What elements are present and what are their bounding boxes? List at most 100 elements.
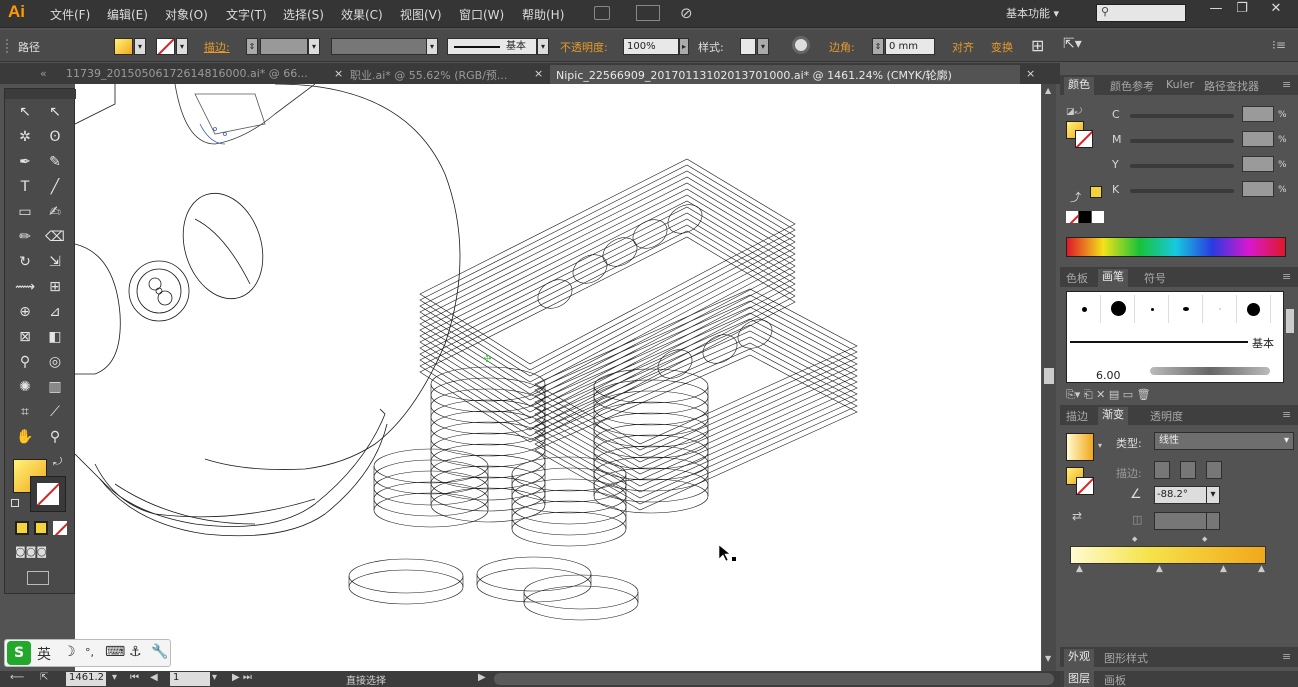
symbol-sprayer-tool-icon[interactable]: ✺ xyxy=(13,376,37,398)
bill-outline[interactable] xyxy=(419,164,796,371)
tab-close-icon[interactable]: × xyxy=(534,65,543,84)
mesh-tool-icon[interactable]: ⊠ xyxy=(13,326,37,348)
shape-builder-tool-icon[interactable]: ⊕ xyxy=(13,301,37,323)
opacity-label[interactable]: 不透明度: xyxy=(560,39,608,55)
stroke-gradient-across[interactable] xyxy=(1206,461,1222,479)
type-tool-icon[interactable]: T xyxy=(13,176,37,198)
coin-outline[interactable] xyxy=(593,390,709,426)
tab-color[interactable]: 颜色 xyxy=(1064,77,1094,95)
color-spectrum[interactable] xyxy=(1066,237,1286,257)
gradient-type-select[interactable]: 线性 ▾ xyxy=(1154,432,1294,450)
coin-outline[interactable] xyxy=(593,379,709,415)
skin-icon[interactable]: ⚓ xyxy=(129,644,142,660)
coin-outline[interactable] xyxy=(348,569,464,605)
punctuation-icon[interactable]: °, xyxy=(85,646,94,659)
panel-menu-icon[interactable]: ≡ xyxy=(1282,408,1291,421)
column-graph-tool-icon[interactable]: ▥ xyxy=(43,376,67,398)
vertical-scrollbar[interactable]: ▲ ▼ xyxy=(1042,84,1056,671)
opacity-dropdown[interactable]: ▸ xyxy=(679,38,689,55)
curvature-tool-icon[interactable]: ✎ xyxy=(43,151,67,173)
variable-width-dropdown[interactable]: ▾ xyxy=(426,38,438,55)
bill-outline[interactable] xyxy=(419,212,796,419)
black-slider[interactable] xyxy=(1130,189,1234,193)
help-search-input[interactable]: ⚲ xyxy=(1096,4,1186,22)
midpoint-marker[interactable]: ◆ xyxy=(1202,535,1207,543)
coin-outline[interactable] xyxy=(511,467,627,503)
yellow-slider[interactable] xyxy=(1130,164,1234,168)
artboard-dropdown[interactable]: ▾ xyxy=(212,672,217,683)
gradient-stop[interactable]: ▲ xyxy=(1076,564,1083,574)
brush-basic-preview[interactable] xyxy=(1070,341,1248,343)
screen-mode-icon[interactable] xyxy=(27,571,49,585)
art-brush-preview[interactable] xyxy=(1150,367,1270,375)
tab-close-icon[interactable]: × xyxy=(1026,65,1035,84)
variable-width-profile[interactable] xyxy=(331,38,427,55)
coin-outline[interactable] xyxy=(511,511,627,547)
isolate-object-icon[interactable]: ⊞ xyxy=(1031,36,1044,55)
ime-logo[interactable]: S xyxy=(7,641,31,665)
white-swatch[interactable] xyxy=(1092,211,1104,223)
bill-outline[interactable] xyxy=(419,194,796,401)
coin-outline[interactable] xyxy=(430,388,546,424)
arrange-documents-icon[interactable] xyxy=(636,5,660,21)
stroke-weight-input[interactable] xyxy=(260,38,308,55)
status-menu-icon[interactable]: ▶ xyxy=(478,672,486,683)
tools-panel-header[interactable] xyxy=(5,89,76,99)
tab-stroke[interactable]: 描边 xyxy=(1066,408,1088,424)
next-artboard-icon[interactable]: ▶ ⏭ xyxy=(232,672,252,683)
coin-outline[interactable] xyxy=(430,421,546,457)
bill-oval[interactable] xyxy=(598,232,642,272)
tab-appearance[interactable]: 外观 xyxy=(1064,649,1094,667)
coin-outline[interactable] xyxy=(430,377,546,413)
gradient-stop[interactable]: ▲ xyxy=(1220,564,1227,574)
scroll-thumb[interactable] xyxy=(1044,368,1054,384)
stroke-weight-stepper[interactable]: ⇕ xyxy=(246,38,258,55)
brush-library-icon[interactable]: ⎘▾ ⎗ ✕ ▤ ▭ 🗑 xyxy=(1066,388,1151,402)
coin-outline[interactable] xyxy=(593,434,709,470)
fill-swatch[interactable] xyxy=(114,38,133,55)
rotate-tool-icon[interactable]: ↻ xyxy=(13,251,37,273)
stroke-dropdown[interactable]: ▾ xyxy=(176,38,188,55)
black-swatch[interactable] xyxy=(1079,211,1091,223)
scale-tool-icon[interactable]: ⇲ xyxy=(43,251,67,273)
fill-dropdown[interactable]: ▾ xyxy=(134,38,146,55)
bridge-icon[interactable] xyxy=(594,6,610,20)
color-mode-icon[interactable] xyxy=(15,521,29,535)
coin-outline[interactable] xyxy=(593,456,709,492)
menu-help[interactable]: 帮助(H) xyxy=(522,6,564,23)
pen-tool-icon[interactable]: ✒ xyxy=(13,151,37,173)
bill-outline[interactable] xyxy=(534,354,858,511)
brush-preset-3[interactable] xyxy=(1136,295,1169,323)
bill-outline[interactable] xyxy=(534,348,858,505)
coin-outline[interactable] xyxy=(430,410,546,446)
tab-document-active[interactable]: Nipic_22566909_20170113102013701000.ai* … xyxy=(550,65,1020,84)
keyboard-icon[interactable]: ⌨ xyxy=(105,644,125,660)
graphic-style-dropdown[interactable]: ▾ xyxy=(757,38,769,55)
paintbrush-tool-icon[interactable]: ✍ xyxy=(43,201,67,223)
tab-brushes[interactable]: 画笔 xyxy=(1098,269,1128,287)
cyan-value[interactable] xyxy=(1242,106,1274,122)
magenta-value[interactable] xyxy=(1242,131,1274,147)
reverse-gradient-icon[interactable]: ⇄ xyxy=(1072,509,1082,523)
eraser-tool-icon[interactable]: ⌫ xyxy=(43,226,67,248)
status-left-icon[interactable]: ⟵ xyxy=(10,672,24,683)
artboard-canvas[interactable]: ✣ xyxy=(75,84,1041,671)
minimize-button[interactable]: — xyxy=(1202,1,1230,19)
gradient-angle-input[interactable]: -88.2° xyxy=(1154,486,1208,504)
coin-outline[interactable] xyxy=(511,489,627,525)
tab-layers[interactable]: 图层 xyxy=(1064,671,1094,687)
free-transform-tool-icon[interactable]: ⊞ xyxy=(43,276,67,298)
bill-outline[interactable] xyxy=(419,206,796,413)
coin-outline[interactable] xyxy=(511,478,627,514)
transform-options-icon[interactable]: ⇱▾ xyxy=(1063,36,1082,52)
menu-view[interactable]: 视图(V) xyxy=(400,6,442,23)
magenta-slider[interactable] xyxy=(1130,139,1234,143)
stroke-gradient-within[interactable] xyxy=(1154,461,1170,479)
brush-preset-5[interactable] xyxy=(1204,295,1237,323)
lasso-tool-icon[interactable]: ʘ xyxy=(43,126,67,148)
graphic-style-swatch[interactable] xyxy=(740,38,756,55)
bill-outline[interactable] xyxy=(419,170,796,377)
gradient-stop[interactable]: ▲ xyxy=(1156,564,1163,574)
gradient-tool-icon[interactable]: ◧ xyxy=(43,326,67,348)
gradient-stop[interactable]: ▲ xyxy=(1258,564,1265,574)
